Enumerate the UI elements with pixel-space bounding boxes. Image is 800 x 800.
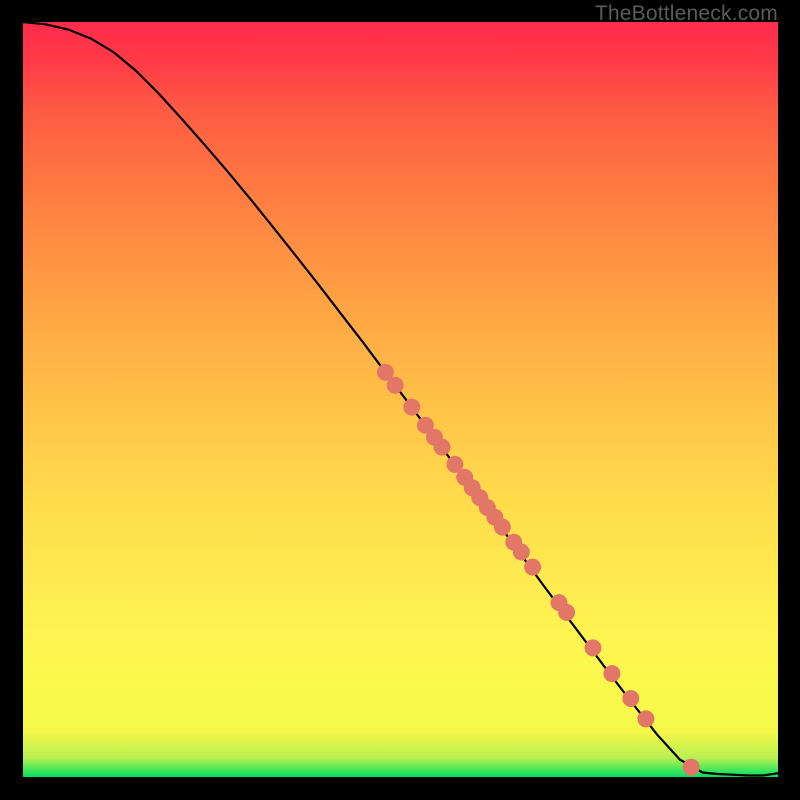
data-marker bbox=[585, 639, 602, 656]
data-marker bbox=[524, 559, 541, 576]
chart-svg bbox=[0, 0, 800, 800]
data-marker bbox=[558, 604, 575, 621]
watermark-text: TheBottleneck.com bbox=[595, 2, 778, 26]
data-marker bbox=[603, 665, 620, 682]
data-marker bbox=[434, 439, 451, 456]
data-marker bbox=[387, 377, 404, 394]
curve-markers bbox=[377, 364, 700, 776]
data-marker bbox=[513, 544, 530, 561]
curve-line bbox=[23, 22, 778, 776]
data-marker bbox=[494, 519, 511, 536]
data-marker bbox=[637, 710, 654, 727]
data-marker bbox=[683, 759, 700, 776]
data-marker bbox=[403, 399, 420, 416]
data-marker bbox=[622, 690, 639, 707]
